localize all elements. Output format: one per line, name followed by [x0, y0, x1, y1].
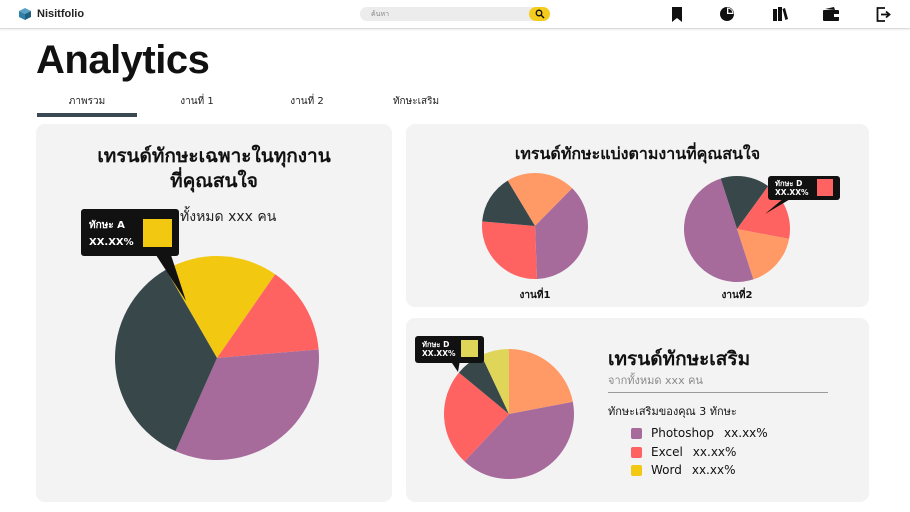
tooltip-skill-a-swatch	[143, 219, 172, 247]
legend-value-excel: xx.xx%	[692, 445, 737, 459]
card-extra-subtitle: จากทั้งหมด xxx คน	[608, 374, 703, 387]
card-all-chart: ทักษะ A XX.XX%	[81, 209, 319, 460]
logo-icon	[19, 8, 31, 20]
tooltip-extra-label: ทักษะ D	[422, 340, 449, 349]
wallet-icon[interactable]	[822, 5, 840, 23]
app-name: Nisitfolio	[37, 8, 85, 20]
pie-chart-extra[interactable]	[444, 349, 575, 480]
chart-pie-icon[interactable]	[718, 5, 736, 23]
books-icon[interactable]	[771, 5, 789, 23]
card-jobs-chart: ทักษะ D XX.XX%	[481, 172, 840, 283]
tab-job-2[interactable]: งานที่ 2	[257, 95, 357, 117]
page-title: Analytics	[36, 38, 210, 82]
top-bar: Nisitfolio ค้นหา	[0, 0, 910, 29]
job-1-label: งานที่1	[519, 290, 551, 301]
tooltip-skill-a-label: ทักษะ A	[89, 219, 125, 231]
legend-name-word: Word	[651, 463, 682, 477]
job-2-label: งานที่2	[721, 290, 753, 301]
search-bar[interactable]: ค้นหา	[360, 7, 550, 21]
tooltip-extra-value: XX.XX%	[422, 349, 456, 358]
pie-chart-all[interactable]	[115, 256, 319, 460]
brand[interactable]: Nisitfolio	[18, 7, 84, 21]
legend-item-word: Word xx.xx%	[631, 463, 735, 477]
legend-item-photoshop: Photoshop xx.xx%	[631, 426, 768, 440]
card-jobs-trend: เทรนด์ทักษะแบ่งตามงานที่คุณสนใจ ทักษะ D …	[406, 124, 869, 307]
pie-chart-job-1[interactable]	[481, 172, 588, 279]
legend-name-excel: Excel	[651, 445, 683, 459]
card-extra-your-skills: ทักษะเสริมของคุณ 3 ทักษะ	[608, 405, 737, 418]
card-all-jobs-trend: เทรนด์ทักษะเฉพาะในทุกงาน ที่คุณสนใจ ทั้ง…	[36, 124, 392, 502]
legend-name-photoshop: Photoshop	[651, 426, 715, 440]
tab-extra-skills[interactable]: ทักษะเสริม	[366, 95, 466, 117]
legend-swatch-photoshop	[631, 427, 642, 439]
tooltip-job2-value: XX.XX%	[775, 188, 809, 197]
tooltip-job2-label: ทักษะ D	[775, 179, 802, 188]
search-icon	[535, 9, 544, 19]
card-extra-title: เทรนด์ทักษะเสริม	[608, 348, 751, 370]
tooltip-job2-swatch	[817, 179, 833, 196]
bookmark-icon[interactable]	[668, 5, 686, 23]
logout-icon[interactable]	[874, 5, 892, 23]
legend-value-word: xx.xx%	[691, 463, 736, 477]
legend-swatch-word	[631, 464, 642, 476]
divider	[608, 392, 828, 393]
search-input[interactable]: ค้นหา	[371, 8, 389, 20]
pie-slice-2[interactable]	[481, 221, 538, 279]
tab-overview[interactable]: ภาพรวม	[37, 95, 137, 117]
legend-value-photoshop: xx.xx%	[724, 426, 768, 440]
tooltip-extra-swatch	[461, 340, 478, 357]
tooltip-skill-a-value: XX.XX%	[89, 237, 134, 248]
legend-swatch-excel	[631, 446, 642, 458]
legend-item-excel: Excel xx.xx%	[631, 445, 736, 459]
tab-job-1[interactable]: งานที่ 1	[147, 95, 247, 117]
card-extra-skills-trend: ทักษะ D XX.XX% เทรนด์ทักษะเสริม จากทั้งห…	[406, 318, 869, 502]
search-button[interactable]	[529, 7, 550, 21]
